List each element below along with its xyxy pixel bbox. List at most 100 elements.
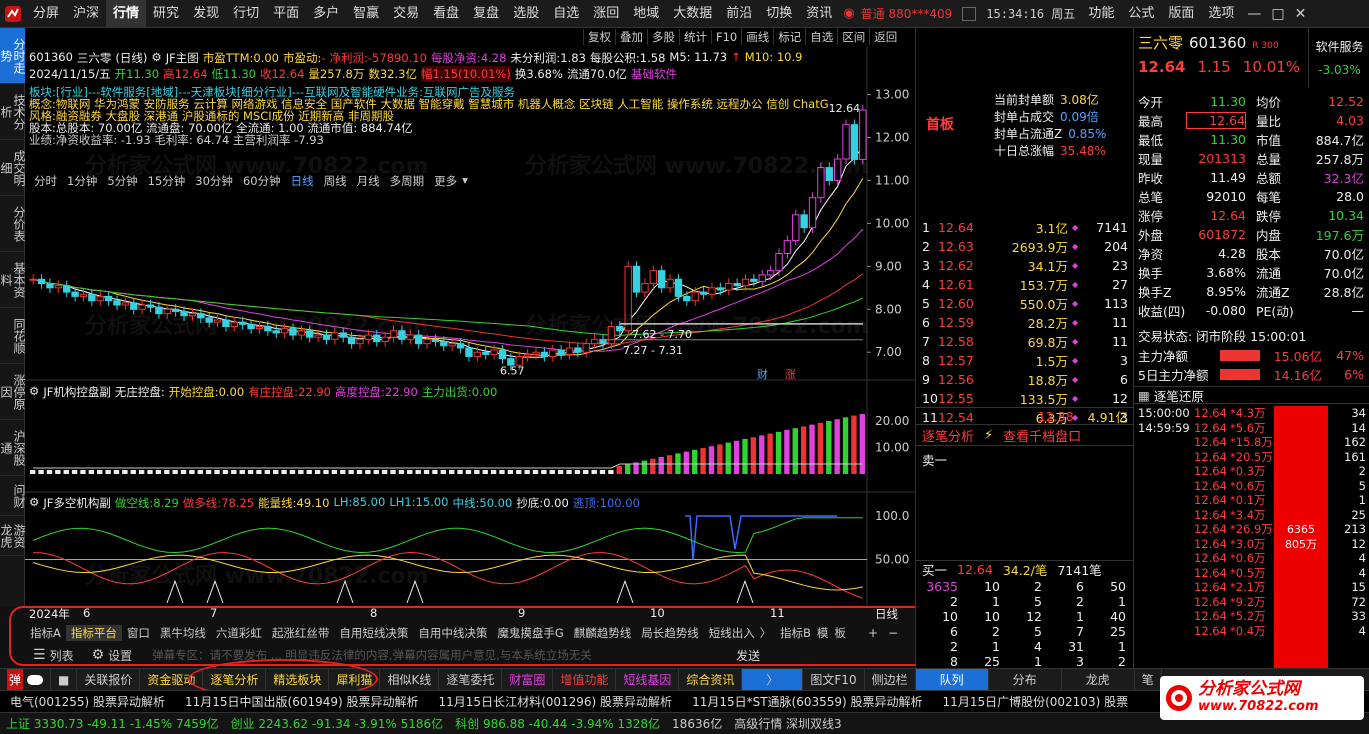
left-tab[interactable]: 问财 <box>0 476 26 516</box>
indicator-tab-b[interactable]: 板 <box>834 625 846 641</box>
left-tab[interactable]: 基本资料 <box>0 252 26 308</box>
indicator-tab[interactable]: 自用短线决策 <box>334 625 413 641</box>
send-button[interactable]: 发送 <box>736 647 760 664</box>
indicator-tab[interactable]: 起涨红丝带 <box>267 625 335 641</box>
menu-item[interactable]: 平面 <box>266 0 306 28</box>
quick-tab[interactable]: 侧边栏 <box>865 668 916 691</box>
sub1-title[interactable]: JF机构控盘副 <box>43 384 111 400</box>
restore-icon[interactable]: □ <box>1271 6 1284 22</box>
chart-area[interactable]: 601360 三六零 (日线) ⚙ JF主图 市盈TTM:0.00 市盈动:- … <box>25 28 915 606</box>
left-tab[interactable]: 沪深股通 <box>0 420 26 476</box>
tab-thousand-levels[interactable]: 查看千档盘口 <box>997 426 1087 445</box>
quick-tab[interactable]: 逐笔分析 <box>203 668 267 691</box>
indicator-tab[interactable]: 黑牛均线 <box>155 625 211 641</box>
indicator-tab[interactable]: 魔鬼摸盘手G <box>492 625 568 641</box>
menu-item[interactable]: 行切 <box>226 0 266 28</box>
menu-right-item[interactable]: 功能 <box>1081 0 1121 28</box>
indicator-tab[interactable]: 窗口 <box>122 625 155 641</box>
zoom-in-icon[interactable]: + <box>868 626 878 640</box>
book-row[interactable]: 5 12.60 550.0万 ◆ 113 <box>916 294 1134 313</box>
price-chart[interactable]: 13.00 12.00 11.00 10.00 9.00 8.00 7.00 12.64 7.6… <box>25 28 915 606</box>
news-item[interactable]: 11月15日广博股份(002103) 股票 <box>933 693 1139 710</box>
quick-tab[interactable]: 分布 <box>989 668 1062 691</box>
menu-item[interactable]: 智赢 <box>346 0 386 28</box>
quick-tab[interactable]: 逐笔委托 <box>439 668 503 691</box>
sector-box[interactable]: 软件服务 -3.03% <box>1308 28 1369 88</box>
menu-item[interactable]: 行情 <box>106 0 147 28</box>
menu-item[interactable]: 分屏 <box>26 0 66 28</box>
menu-item[interactable]: 涨回 <box>586 0 626 28</box>
book-row[interactable]: 8 12.57 1.5万 ◆ 3 <box>916 351 1134 370</box>
book-row[interactable]: 3 12.62 34.1万 ◆ 23 <box>916 256 1134 275</box>
menu-item[interactable]: 发现 <box>186 0 226 28</box>
left-tab[interactable]: 分价表 <box>0 196 26 252</box>
news-item[interactable]: 11月15日中国出版(601949) 股票异动解析 <box>175 693 429 710</box>
indicator-tab[interactable]: 短线出入 <box>704 625 760 641</box>
minimize-icon[interactable]: — <box>1247 6 1261 22</box>
event-badge[interactable]: 财 <box>757 367 768 381</box>
sub2-title[interactable]: JF多空机构副 <box>43 495 111 511</box>
indicator-tab[interactable]: 六道彩虹 <box>211 625 267 641</box>
indicator-tab[interactable]: 指标A <box>25 625 66 641</box>
indicator-tab[interactable]: 麒麟趋势线 <box>569 625 637 641</box>
window-icon[interactable]: ■ <box>51 668 78 691</box>
status-item[interactable]: 科创 986.88 -40.44 -3.94% 1328亿 <box>449 715 666 732</box>
menu-right-item[interactable]: 版面 <box>1161 0 1201 28</box>
settings-button[interactable]: ⚙ 设置 <box>92 647 133 664</box>
quick-tab[interactable]: 犀利猫 <box>329 668 381 691</box>
indicator-tab[interactable]: 自用中线决策 <box>413 625 492 641</box>
close-icon[interactable]: ✕ <box>1295 6 1307 22</box>
quick-tab[interactable]: 短线基因 <box>616 668 680 691</box>
quick-tab[interactable]: 综合资讯 <box>679 668 743 691</box>
book-row[interactable]: 10 12.55 133.5万 ◆ 12 <box>916 389 1134 408</box>
indicator-tab[interactable]: 局长趋势线 <box>636 625 704 641</box>
quick-tab[interactable]: 队列 <box>915 668 989 691</box>
status-item[interactable]: 高级行情 深圳双线3 <box>728 715 847 732</box>
zoom-out-icon[interactable]: − <box>888 626 898 640</box>
left-tab[interactable]: 涨停原因 <box>0 364 26 420</box>
quick-tab[interactable]: 笔 <box>1135 668 1162 691</box>
status-item[interactable]: 上证 3330.73 -49.11 -1.45% 7459亿 <box>0 715 225 732</box>
indicator-tab[interactable]: 指标平台 <box>65 625 122 641</box>
menu-item[interactable]: 交易 <box>386 0 426 28</box>
menu-item[interactable]: 多户 <box>306 0 346 28</box>
indicator-tab-b[interactable]: 指标B <box>780 625 811 641</box>
quick-tab[interactable]: 精选板块 <box>266 668 330 691</box>
menu-item[interactable]: 地域 <box>626 0 666 28</box>
menu-item[interactable]: 看盘 <box>426 0 466 28</box>
quick-tab[interactable]: 图文F10 <box>803 668 865 691</box>
menu-item[interactable]: 前沿 <box>719 0 759 28</box>
book-row[interactable]: 6 12.59 28.2万 ◆ 11 <box>916 313 1134 332</box>
left-tab[interactable]: 成交明细 <box>0 140 26 196</box>
tab-tick-analysis[interactable]: 逐笔分析 <box>916 426 980 445</box>
menu-item[interactable]: 资讯 <box>799 0 839 28</box>
indicator-tab-b[interactable]: 模 <box>817 625 829 641</box>
left-tab[interactable]: 同花顺 <box>0 308 26 364</box>
danmaku-badge[interactable]: 弹 <box>7 668 24 691</box>
status-item[interactable]: 18636亿 <box>666 715 728 732</box>
chevron-right-icon[interactable]: 〉 <box>760 625 772 641</box>
quick-tab[interactable]: 相似K线 <box>380 668 440 691</box>
menu-item[interactable]: 自选 <box>546 0 586 28</box>
app-logo-icon[interactable] <box>0 1 26 27</box>
left-tab[interactable]: 分时走势 <box>0 28 26 84</box>
list-button[interactable]: ☰ 列表 <box>33 647 74 664</box>
menu-item[interactable]: 切换 <box>759 0 799 28</box>
menu-item[interactable]: 研究 <box>146 0 186 28</box>
toggle-icon[interactable] <box>27 674 44 685</box>
menu-item[interactable]: 沪深 <box>66 0 106 28</box>
menu-right-item[interactable]: 选项 <box>1201 0 1241 28</box>
quick-tab[interactable]: 关联报价 <box>77 668 141 691</box>
account-label[interactable]: 普通 880***409 <box>855 5 959 22</box>
news-item[interactable]: 11月15日*ST通脉(603559) 股票异动解析 <box>682 693 932 710</box>
quick-tab[interactable]: 财富圈 <box>502 668 554 691</box>
news-item[interactable]: 11月15日长江材料(001296) 股票异动解析 <box>429 693 683 710</box>
menu-item[interactable]: 复盘 <box>466 0 506 28</box>
danmaku-input[interactable]: 弹幕专区：请不要发布 ... 明显违反法律的内容,弹幕内容属用户意见,与本系统立… <box>152 647 712 663</box>
event-badge[interactable]: 涨 <box>785 368 796 381</box>
book-row[interactable]: 1 12.64 3.1亿 ◆ 7141 <box>916 218 1134 237</box>
quick-tab[interactable]: 龙虎 <box>1062 668 1135 691</box>
next-arrow-icon[interactable]: 〉 <box>742 668 804 691</box>
user-icon[interactable]: ◉ <box>843 6 854 21</box>
book-row[interactable]: 4 12.61 153.7万 ◆ 27 <box>916 275 1134 294</box>
